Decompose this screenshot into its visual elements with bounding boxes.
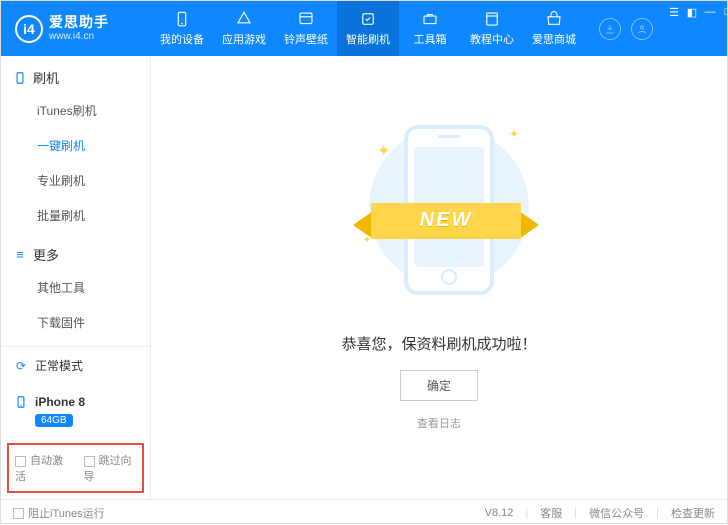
toolbox-icon — [421, 10, 439, 28]
app-header: i4 爱思助手 www.i4.cn 我的设备 应用游戏 铃声壁纸 智能刷机 工具箱 教程中… — [1, 1, 727, 56]
download-button[interactable] — [599, 18, 621, 40]
header-right — [585, 1, 667, 56]
logo-icon: i4 — [15, 15, 43, 43]
ribbon: NEW — [351, 203, 541, 247]
nav-label: 工具箱 — [414, 31, 447, 47]
skip-guide-checkbox[interactable]: 跳过向导 — [84, 452, 137, 484]
flash-icon — [359, 10, 377, 28]
top-nav: 我的设备 应用游戏 铃声壁纸 智能刷机 工具箱 教程中心 爱思商城 — [151, 1, 585, 56]
mode-label: 正常模式 — [35, 357, 83, 374]
star-icon: ✦ — [377, 141, 390, 161]
nav-label: 爱思商城 — [532, 31, 576, 47]
device-name: iPhone 8 — [35, 395, 85, 409]
sidebar-item[interactable]: 专业刷机 — [37, 163, 150, 198]
refresh-icon: ⟳ — [13, 358, 29, 374]
nav-label: 教程中心 — [470, 31, 514, 47]
sidebar-item[interactable]: 其他工具 — [37, 270, 150, 305]
more-icon: ≡ — [13, 248, 27, 262]
sidebar-item[interactable]: 一键刷机 — [37, 128, 150, 163]
nav-item-5[interactable]: 教程中心 — [461, 1, 523, 56]
apps-icon — [235, 10, 253, 28]
minimize-button[interactable]: — — [703, 5, 717, 19]
skin-icon[interactable]: ◧ — [685, 5, 699, 19]
success-illustration: ✦ ✦ ✦ NEW — [359, 115, 519, 315]
support-link[interactable]: 客服 — [540, 505, 562, 521]
star-icon: ✦ — [509, 127, 519, 141]
phone-icon — [13, 71, 27, 85]
nav-item-4[interactable]: 工具箱 — [399, 1, 461, 56]
sidebar-item[interactable]: 下载固件 — [37, 305, 150, 340]
ribbon-text: NEW — [371, 203, 521, 239]
shop-icon — [545, 10, 563, 28]
sidebar-item[interactable]: 批量刷机 — [37, 198, 150, 233]
nav-label: 应用游戏 — [222, 31, 266, 47]
ok-button[interactable]: 确定 — [400, 370, 478, 401]
view-log-link[interactable]: 查看日志 — [417, 415, 461, 431]
phone-icon — [173, 10, 191, 28]
main-panel: ✦ ✦ ✦ NEW 恭喜您，保资料刷机成功啦！ 确定 查看日志 — [151, 56, 727, 499]
sidebar-bottom: ⟳ 正常模式 iPhone 8 64GB 自动激活 跳过向导 — [1, 346, 150, 499]
options-box: 自动激活 跳过向导 — [7, 443, 144, 493]
menu-icon[interactable]: ☰ — [667, 5, 681, 19]
phone-icon — [13, 394, 29, 410]
wechat-link[interactable]: 微信公众号 — [589, 505, 644, 521]
window-controls: ☰ ◧ — □ ✕ — [667, 1, 728, 56]
block-itunes-checkbox[interactable]: 阻止iTunes运行 — [13, 505, 105, 521]
mode-row[interactable]: ⟳ 正常模式 — [1, 347, 150, 384]
status-bar: 阻止iTunes运行 V8.12 | 客服 | 微信公众号 | 检查更新 — [1, 499, 727, 525]
music-icon — [297, 10, 315, 28]
storage-badge: 64GB — [35, 414, 73, 427]
auto-activate-checkbox[interactable]: 自动激活 — [15, 452, 68, 484]
sidebar: 刷机iTunes刷机一键刷机专业刷机批量刷机≡更多其他工具下载固件高级功能 ⟳ … — [1, 56, 151, 499]
device-row[interactable]: iPhone 8 64GB — [1, 384, 150, 437]
check-update-link[interactable]: 检查更新 — [671, 505, 715, 521]
book-icon — [483, 10, 501, 28]
success-text: 恭喜您，保资料刷机成功啦！ — [341, 333, 536, 354]
nav-label: 铃声壁纸 — [284, 31, 328, 47]
brand-name: 爱思助手 — [49, 15, 109, 30]
sidebar-section-0: 刷机 — [1, 56, 150, 93]
sidebar-item[interactable]: iTunes刷机 — [37, 93, 150, 128]
nav-item-1[interactable]: 应用游戏 — [213, 1, 275, 56]
nav-item-3[interactable]: 智能刷机 — [337, 1, 399, 56]
nav-label: 我的设备 — [160, 31, 204, 47]
brand-url: www.i4.cn — [49, 31, 109, 42]
nav-label: 智能刷机 — [346, 31, 390, 47]
user-button[interactable] — [631, 18, 653, 40]
sidebar-section-1: ≡更多 — [1, 233, 150, 270]
nav-item-2[interactable]: 铃声壁纸 — [275, 1, 337, 56]
nav-item-6[interactable]: 爱思商城 — [523, 1, 585, 56]
nav-item-0[interactable]: 我的设备 — [151, 1, 213, 56]
maximize-button[interactable]: □ — [721, 5, 728, 19]
version-label: V8.12 — [485, 507, 514, 519]
logo-area: i4 爱思助手 www.i4.cn — [1, 1, 151, 56]
